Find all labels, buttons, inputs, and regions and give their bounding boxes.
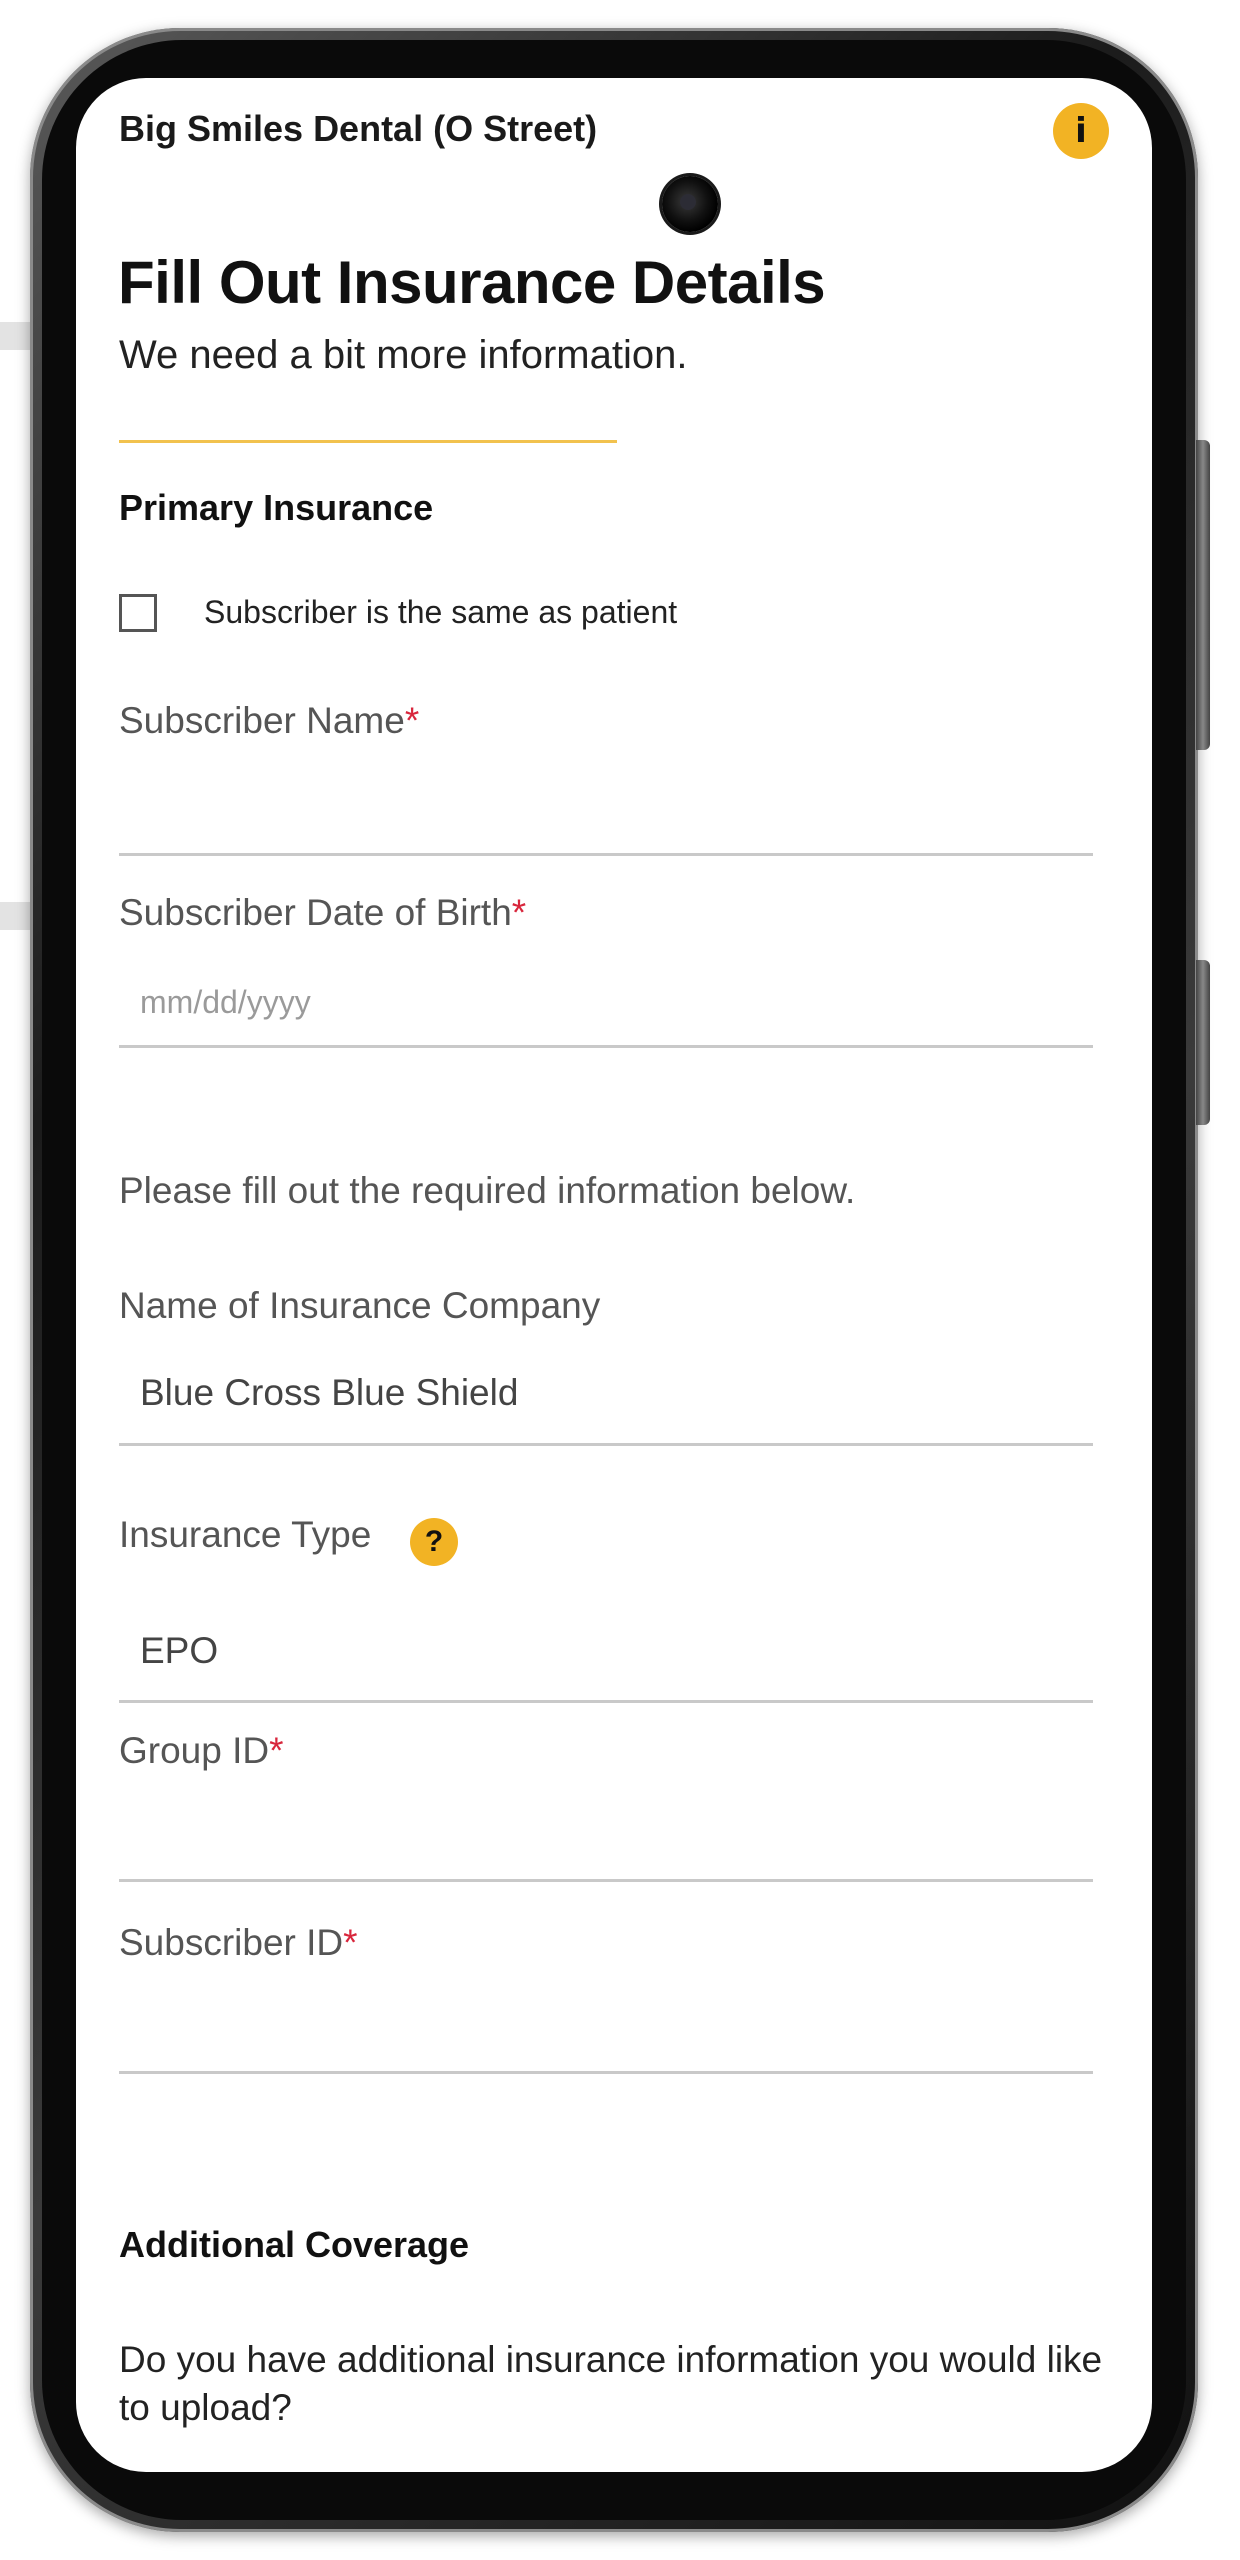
required-asterisk: * <box>269 1730 284 1771</box>
insurance-type-underline <box>119 1700 1093 1703</box>
subscriber-name-label-text: Subscriber Name <box>119 700 405 741</box>
page-subtitle: We need a bit more information. <box>119 333 688 377</box>
phone-power-button <box>1196 960 1210 1125</box>
subscriber-name-label: Subscriber Name* <box>119 700 419 742</box>
insurance-type-input[interactable]: EPO <box>140 1630 218 1672</box>
required-asterisk: * <box>404 700 420 741</box>
insurance-type-label: Insurance Type <box>119 1514 372 1555</box>
subscriber-dob-label-text: Subscriber Date of Birth <box>119 892 512 933</box>
front-camera-icon <box>662 176 718 232</box>
same-as-patient-label[interactable]: Subscriber is the same as patient <box>204 594 677 631</box>
practice-name: Big Smiles Dental (O Street) <box>119 108 598 149</box>
additional-coverage-question: Do you have additional insurance informa… <box>119 2339 1103 2428</box>
subscriber-id-label-text: Subscriber ID <box>119 1922 344 1963</box>
subscriber-name-underline <box>119 853 1093 856</box>
insurance-company-underline <box>119 1443 1093 1446</box>
additional-coverage-heading: Additional Coverage <box>119 2224 470 2265</box>
group-id-underline <box>119 1879 1093 1882</box>
page-title: Fill Out Insurance Details <box>118 249 826 316</box>
accent-divider <box>119 440 617 443</box>
group-id-label: Group ID* <box>119 1730 284 1772</box>
subscriber-dob-underline <box>119 1045 1093 1048</box>
subscriber-dob-label: Subscriber Date of Birth* <box>119 892 526 934</box>
phone-screen: Big Smiles Dental (O Street) i Fill Out … <box>76 78 1152 2472</box>
subscriber-id-underline <box>119 2071 1093 2074</box>
insurance-company-input[interactable]: Blue Cross Blue Shield <box>140 1372 518 1414</box>
instruction-text: Please fill out the required information… <box>119 1170 856 1211</box>
help-icon[interactable]: ? <box>410 1518 458 1566</box>
group-id-label-text: Group ID <box>119 1730 270 1771</box>
phone-volume-button <box>1196 440 1210 750</box>
required-asterisk: * <box>343 1922 358 1963</box>
insurance-company-label: Name of Insurance Company <box>119 1285 601 1326</box>
info-icon[interactable]: i <box>1053 103 1109 159</box>
primary-insurance-heading: Primary Insurance <box>119 487 434 528</box>
same-as-patient-checkbox[interactable] <box>119 594 157 632</box>
required-asterisk: * <box>511 892 527 933</box>
subscriber-id-label: Subscriber ID* <box>119 1922 358 1964</box>
page: Big Smiles Dental (O Street) i Fill Out … <box>0 0 1240 2560</box>
subscriber-dob-input[interactable]: mm/dd/yyyy <box>140 984 311 1021</box>
